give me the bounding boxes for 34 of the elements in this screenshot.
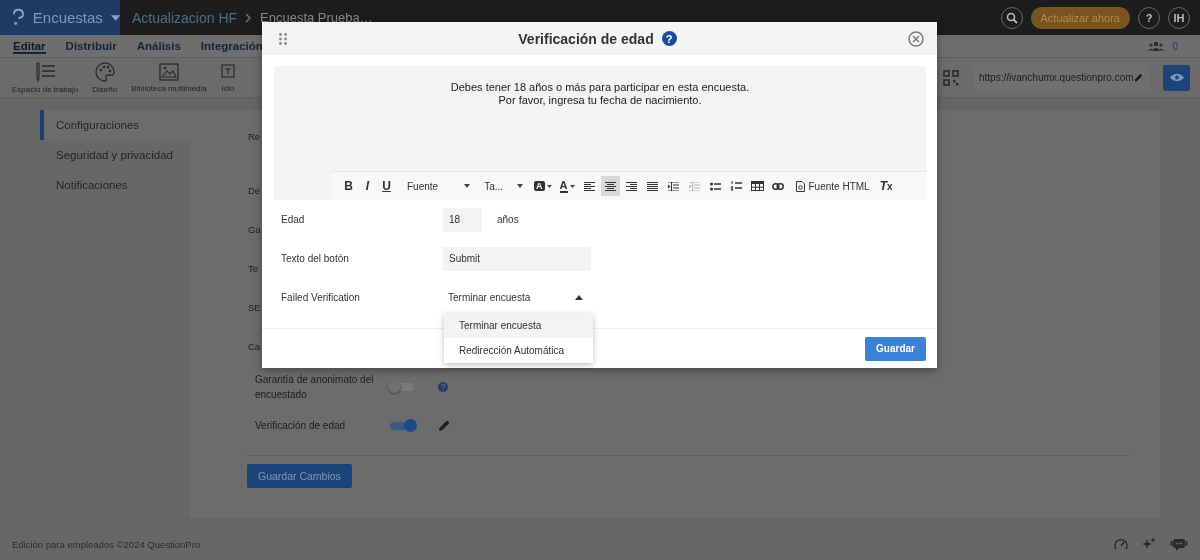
- format-button[interactable]: I: [359, 176, 376, 196]
- message-text: Por favor, ingresa tu fecha de nacimiento.: [497, 94, 703, 107]
- message-text: Debes tener 18 años o más para participar en esta encuesta.: [449, 81, 751, 94]
- age-input[interactable]: 18: [443, 207, 482, 232]
- setting-label: Ga: [248, 223, 261, 238]
- setting-label: Te: [248, 262, 259, 277]
- collaborator-count: 0: [1172, 40, 1178, 52]
- format-button[interactable]: B: [340, 176, 357, 196]
- field-label: Failed Verification: [280, 292, 361, 303]
- footer-text: Edición para empleados ©2024 QuestionPro: [12, 538, 201, 550]
- menu-option[interactable]: Redirección Automática: [444, 338, 593, 363]
- setting-label: De: [248, 184, 261, 199]
- dropdown-button[interactable]: Ta...: [478, 176, 530, 196]
- help-badge[interactable]: ?: [661, 31, 677, 46]
- format-button[interactable]: U: [378, 176, 395, 196]
- survey-title: Encuesta Prueba…: [260, 10, 373, 25]
- field-label: Texto del botón: [280, 253, 350, 264]
- setting-label: Garantía de anonimato del encuestado: [255, 372, 375, 402]
- save-button[interactable]: Guardar: [865, 336, 926, 361]
- text-color-button[interactable]: A: [556, 176, 578, 196]
- setting-label: Re: [248, 130, 261, 144]
- unit-label: años: [497, 214, 519, 225]
- setting-label: SE: [248, 301, 261, 316]
- dialog-title: Verificación de edad: [518, 30, 654, 47]
- menu-option[interactable]: Terminar encuesta: [444, 313, 593, 338]
- select-field[interactable]: Terminar encuesta: [443, 285, 591, 310]
- product-switcher[interactable]: Encuestas: [0, 0, 120, 35]
- button-text-input[interactable]: Submit: [443, 246, 591, 271]
- setting-label: Verificación de edad: [255, 419, 347, 433]
- html-source-button[interactable]: Fuente HTML: [789, 176, 876, 196]
- setting-label: Ca: [248, 340, 261, 355]
- dropdown-button[interactable]: Fuente: [397, 176, 477, 196]
- field-label: Edad: [280, 214, 306, 225]
- background-color-button[interactable]: A: [531, 176, 555, 196]
